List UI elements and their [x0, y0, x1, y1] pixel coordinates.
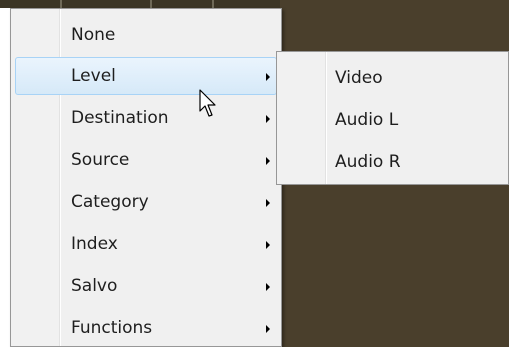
menu-item-label: Destination	[71, 108, 169, 128]
toolbar-divider	[150, 0, 152, 8]
menu-item-salvo[interactable]: Salvo	[15, 267, 277, 305]
level-submenu: Video Audio L Audio R	[276, 51, 509, 185]
toolbar-divider	[212, 0, 214, 8]
menu-item-label: Index	[71, 234, 118, 254]
submenu-item-audio-r[interactable]: Audio R	[281, 139, 507, 177]
chevron-right-icon	[266, 157, 270, 165]
submenu-item-audio-l[interactable]: Audio L	[281, 97, 507, 135]
chevron-right-icon	[266, 241, 270, 249]
context-menu: None Level Destination Source Category I…	[10, 8, 282, 347]
menu-item-level[interactable]: Level	[15, 57, 277, 95]
chevron-right-icon	[266, 73, 270, 81]
submenu-item-label: Audio R	[335, 152, 401, 172]
toolbar-divider	[60, 0, 62, 8]
chevron-right-icon	[266, 115, 270, 123]
menu-item-functions[interactable]: Functions	[15, 309, 277, 347]
menu-item-source[interactable]: Source	[15, 141, 277, 179]
menu-item-none[interactable]: None	[15, 16, 277, 54]
menu-item-label: Category	[71, 192, 149, 212]
menu-item-index[interactable]: Index	[15, 225, 277, 263]
chevron-right-icon	[266, 325, 270, 333]
submenu-item-label: Video	[335, 68, 383, 88]
chevron-right-icon	[266, 199, 270, 207]
menu-item-label: Level	[71, 66, 116, 86]
menu-item-label: None	[71, 25, 116, 45]
mouse-pointer-icon	[199, 89, 216, 117]
menu-item-destination[interactable]: Destination	[15, 99, 277, 137]
submenu-item-label: Audio L	[335, 110, 399, 130]
menu-item-label: Salvo	[71, 276, 118, 296]
menu-item-category[interactable]: Category	[15, 183, 277, 221]
chevron-right-icon	[266, 283, 270, 291]
background-toolbar-strip	[0, 0, 280, 8]
submenu-item-video[interactable]: Video	[281, 55, 507, 93]
menu-item-label: Functions	[71, 318, 153, 338]
menu-item-label: Source	[71, 150, 130, 170]
